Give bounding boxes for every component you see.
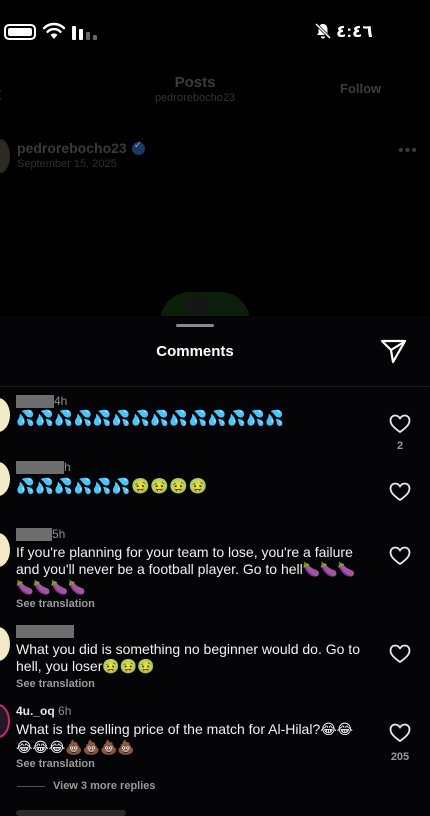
comment-header: 5h <box>16 527 65 541</box>
comment-time: 5h <box>52 527 66 541</box>
author-name-wrap[interactable]: pedrorebocho23 <box>17 140 145 156</box>
silent-bell-icon <box>314 22 332 40</box>
heart-icon[interactable] <box>389 546 411 566</box>
heart-icon[interactable] <box>389 644 411 664</box>
author-avatar[interactable] <box>0 139 10 173</box>
view-more-replies[interactable]: View 3 more replies <box>17 780 156 792</box>
replies-divider <box>17 785 45 787</box>
author-name[interactable]: pedrorebocho23 <box>17 140 127 156</box>
cellular-signal-icon <box>72 24 97 40</box>
follow-button[interactable]: Follow <box>340 81 381 96</box>
comment-text: 💦💦💦💦💦💦💦💦💦💦💦💦💦💦 <box>16 409 285 427</box>
view-replies-label[interactable]: View 3 more replies <box>53 780 156 792</box>
status-bar: ٤:٤٦ <box>0 0 430 64</box>
like-count: 2 <box>396 440 404 452</box>
comment-text-plain: What you did is something no beginner wo… <box>16 641 360 674</box>
comment-text: 💦💦💦💦💦💦🤢🤢🤢🤢 <box>16 477 208 495</box>
comment-username[interactable]: 4u._oq <box>16 704 55 718</box>
more-options-icon[interactable]: ••• <box>398 142 418 160</box>
verified-badge-icon <box>131 140 145 155</box>
page-title: Posts <box>174 74 216 91</box>
redacted-username <box>16 625 74 638</box>
see-translation-link[interactable]: See translation <box>16 598 95 610</box>
post-author-row: pedrorebocho23 September 15, 2025 ••• <box>0 134 430 178</box>
comment-time: 6h <box>58 704 72 718</box>
comment-header: 4h <box>16 394 67 408</box>
comment-text: What is the selling price of the match f… <box>16 721 366 757</box>
comment-time: 4h <box>54 394 68 408</box>
redacted-username <box>16 394 54 408</box>
comment-text-plain: What is the selling price of the match f… <box>16 721 321 737</box>
comment-header: 4u._oq 6h <box>16 704 71 718</box>
post-image[interactable] <box>150 270 300 322</box>
heart-icon[interactable] <box>389 482 411 502</box>
heart-icon[interactable] <box>389 723 411 743</box>
page-subtitle: pedrorebocho23 <box>154 92 236 104</box>
sheet-divider <box>0 386 430 387</box>
post-image-figure <box>186 294 210 314</box>
see-translation-link[interactable]: See translation <box>16 678 95 690</box>
redacted-username <box>16 527 52 541</box>
comment-text-emoji: 🤢🤢🤢 <box>102 659 155 675</box>
share-icon[interactable] <box>380 338 408 364</box>
redacted-username <box>16 460 64 474</box>
status-time: ٤:٤٦ <box>336 22 373 41</box>
next-comment-peek <box>16 810 126 816</box>
comments-title: Comments <box>156 343 234 360</box>
heart-icon[interactable] <box>389 414 411 434</box>
comment-text: If you're planning for your team to lose… <box>16 544 366 597</box>
post-header: ‹ Posts pedrorebocho23 Follow <box>0 64 430 120</box>
battery-icon <box>4 24 36 40</box>
like-count: 205 <box>390 751 410 763</box>
post-date: September 15, 2025 <box>17 158 117 170</box>
comment-text: What you did is something no beginner wo… <box>16 641 366 676</box>
wifi-icon <box>42 22 66 39</box>
sheet-grabber[interactable] <box>176 324 214 327</box>
see-translation-link[interactable]: See translation <box>16 758 95 770</box>
comment-header: h <box>16 460 71 474</box>
comment-header <box>16 625 74 638</box>
comment-time: h <box>64 460 71 474</box>
